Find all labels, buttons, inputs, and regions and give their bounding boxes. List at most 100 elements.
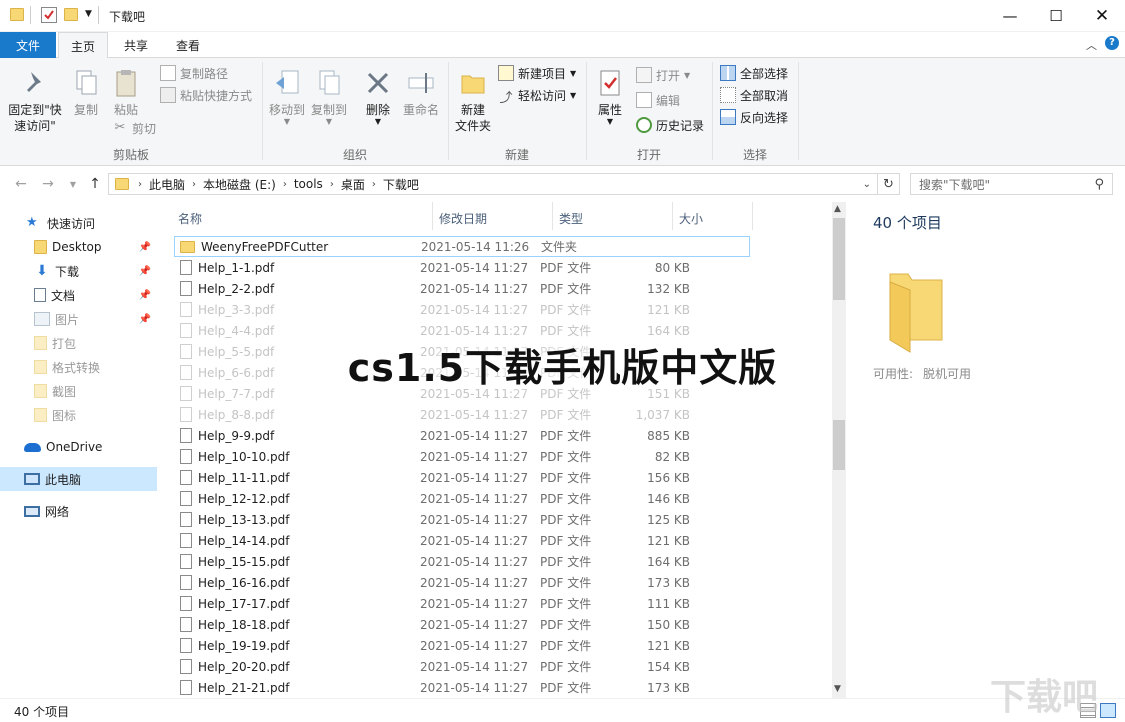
file-name-text: Help_20-20.pdf	[198, 659, 290, 674]
cut-button[interactable]: ✂ 剪切	[112, 118, 156, 138]
properties-qa-icon[interactable]	[41, 7, 57, 23]
easy-access-button[interactable]: ⤴ 轻松访问 ▼	[498, 85, 577, 107]
minimize-button[interactable]: —	[987, 0, 1033, 31]
close-button[interactable]: ✕	[1079, 0, 1125, 31]
search-input[interactable]: 搜索"下载吧" ⚲	[910, 173, 1113, 195]
file-name-text: Help_18-18.pdf	[198, 617, 290, 632]
pin-quick-access-button[interactable]: 固定到"快 速访问"	[4, 68, 66, 134]
breadcrumb-desktop[interactable]: 桌面	[337, 176, 369, 193]
divider[interactable]	[432, 202, 433, 230]
chevron-down-icon: ▼	[325, 117, 333, 126]
nav-onedrive[interactable]: OneDrive	[0, 435, 157, 459]
file-size: 146 KB	[647, 491, 690, 506]
chevron-down-icon[interactable]: ⌄	[863, 179, 871, 190]
nav-item-pictures[interactable]: 图片 📌	[0, 307, 157, 331]
move-to-button[interactable]: 移动到 ▼	[266, 68, 308, 126]
copy-label: 复制	[73, 103, 98, 117]
tab-file[interactable]: 文件	[0, 32, 56, 58]
scrollbar-thumb[interactable]	[833, 420, 845, 470]
chevron-down-icon[interactable]: ▼	[85, 9, 92, 19]
file-name-text: Help_3-3.pdf	[198, 302, 275, 317]
up-button[interactable]: ↑	[84, 173, 106, 195]
forward-button[interactable]: →	[37, 173, 59, 195]
nav-item-desktop[interactable]: Desktop 📌	[0, 235, 157, 259]
new-folder-qa-icon[interactable]	[64, 8, 78, 21]
tab-home[interactable]: 主页	[58, 32, 108, 59]
nav-item-icons[interactable]: 图标	[0, 403, 157, 427]
file-row[interactable]: Help_15-15.pdf 2021-05-14 11:27 PDF 文件 164 …	[174, 551, 750, 572]
maximize-button[interactable]: ☐	[1033, 0, 1079, 31]
column-header-name[interactable]: 名称	[178, 206, 202, 231]
file-row[interactable]: Help_1-1.pdf 2021-05-14 11:27 PDF 文件 80 KB	[174, 257, 750, 278]
file-row[interactable]: Help_10-10.pdf 2021-05-14 11:27 PDF 文件 82 K…	[174, 446, 750, 467]
file-row[interactable]: Help_20-20.pdf 2021-05-14 11:27 PDF 文件 154 …	[174, 656, 750, 677]
chevron-down-icon: ▼	[684, 70, 691, 80]
file-row[interactable]: Help_16-16.pdf 2021-05-14 11:27 PDF 文件 173 …	[174, 572, 750, 593]
breadcrumb-local-disk[interactable]: 本地磁盘 (E:)	[199, 176, 280, 193]
nav-item-documents[interactable]: 文档 📌	[0, 283, 157, 307]
back-button[interactable]: ←	[10, 173, 32, 195]
file-row[interactable]: Help_19-19.pdf 2021-05-14 11:27 PDF 文件 121 …	[174, 635, 750, 656]
column-header-date[interactable]: 修改日期	[439, 206, 487, 231]
scroll-down-icon[interactable]: ▼	[834, 684, 841, 694]
file-row[interactable]: Help_18-18.pdf 2021-05-14 11:27 PDF 文件 150 …	[174, 614, 750, 635]
copy-path-button[interactable]: 复制路径	[160, 63, 228, 83]
edit-button[interactable]: 编辑	[636, 90, 680, 110]
file-row[interactable]: Help_9-9.pdf 2021-05-14 11:27 PDF 文件 885 KB	[174, 425, 750, 446]
scrollbar-thumb[interactable]	[833, 218, 845, 300]
history-button[interactable]: 历史记录	[636, 115, 704, 135]
invert-selection-button[interactable]: 反向选择	[720, 107, 788, 127]
scroll-up-icon[interactable]: ▲	[834, 204, 841, 214]
nav-this-pc[interactable]: 此电脑	[0, 467, 157, 491]
breadcrumb-current[interactable]: 下载吧	[379, 176, 423, 193]
breadcrumb-tools[interactable]: tools	[290, 177, 327, 191]
file-row[interactable]: Help_17-17.pdf 2021-05-14 11:27 PDF 文件 111 …	[174, 593, 750, 614]
divider[interactable]	[552, 202, 553, 230]
nav-item-downloads[interactable]: ⬇ 下载 📌	[0, 259, 157, 283]
file-row[interactable]: Help_14-14.pdf 2021-05-14 11:27 PDF 文件 121 …	[174, 530, 750, 551]
file-type: PDF 文件	[540, 471, 592, 485]
recent-locations-button[interactable]: ▼	[62, 173, 84, 195]
new-folder-button[interactable]: 新建 文件夹	[452, 68, 494, 134]
file-row[interactable]: Help_12-12.pdf 2021-05-14 11:27 PDF 文件 146 …	[174, 488, 750, 509]
folder-row[interactable]: WeenyFreePDFCutter 2021-05-14 11:26 文件夹	[174, 236, 750, 257]
breadcrumb-this-pc[interactable]: 此电脑	[145, 176, 189, 193]
nav-network[interactable]: 网络	[0, 499, 157, 523]
address-bar[interactable]: › 此电脑 › 本地磁盘 (E:) › tools › 桌面 › 下载吧 ⌄	[108, 173, 878, 195]
properties-button[interactable]: 属性 ▼	[590, 68, 630, 126]
move-to-icon	[276, 70, 299, 94]
pdf-file-icon	[180, 281, 192, 296]
delete-button[interactable]: 删除 ▼	[360, 68, 396, 126]
group-label-clipboard: 剪贴板	[112, 148, 149, 162]
tab-view[interactable]: 查看	[165, 32, 211, 58]
collapse-ribbon-icon[interactable]: ︿	[1086, 37, 1097, 53]
select-none-button[interactable]: 全部取消	[720, 85, 788, 105]
copy-button[interactable]: 复制	[68, 68, 104, 118]
vertical-scrollbar[interactable]: ▲ ▼	[832, 202, 846, 698]
chevron-down-icon: ▼	[570, 90, 577, 100]
file-row[interactable]: Help_11-11.pdf 2021-05-14 11:27 PDF 文件 156 …	[174, 467, 750, 488]
file-row[interactable]: Help_2-2.pdf 2021-05-14 11:27 PDF 文件 132 KB	[174, 278, 750, 299]
copy-to-button[interactable]: 复制到 ▼	[308, 68, 350, 126]
file-row[interactable]: Help_3-3.pdf 2021-05-14 11:27 PDF 文件 121 KB	[174, 299, 750, 320]
title-bar: ▼ 下载吧 — ☐ ✕	[0, 0, 1125, 32]
file-row[interactable]: Help_8-8.pdf 2021-05-14 11:27 PDF 文件 1,037 …	[174, 404, 750, 425]
paste-button[interactable]: 粘贴	[108, 68, 144, 118]
refresh-button[interactable]: ↻	[878, 173, 900, 195]
file-date: 2021-05-14 11:27	[420, 617, 529, 632]
divider[interactable]	[672, 202, 673, 230]
file-row[interactable]: Help_21-21.pdf 2021-05-14 11:27 PDF 文件 173 …	[174, 677, 750, 698]
nav-quick-access[interactable]: ★ 快速访问	[0, 211, 157, 235]
file-row[interactable]: Help_13-13.pdf 2021-05-14 11:27 PDF 文件 125 …	[174, 509, 750, 530]
tab-share[interactable]: 共享	[113, 32, 159, 58]
divider[interactable]	[752, 202, 753, 230]
column-header-type[interactable]: 类型	[559, 206, 583, 231]
column-header-size[interactable]: 大小	[679, 206, 703, 231]
paste-shortcut-button[interactable]: 粘贴快捷方式	[160, 85, 252, 105]
select-all-button[interactable]: 全部选择	[720, 63, 788, 83]
new-item-button[interactable]: 新建项目 ▼	[498, 63, 576, 83]
nav-label: 快速访问	[47, 216, 96, 231]
rename-button[interactable]: 重命名	[400, 68, 442, 118]
open-button[interactable]: 打开 ▼	[636, 65, 690, 85]
help-icon[interactable]: ?	[1105, 36, 1119, 50]
